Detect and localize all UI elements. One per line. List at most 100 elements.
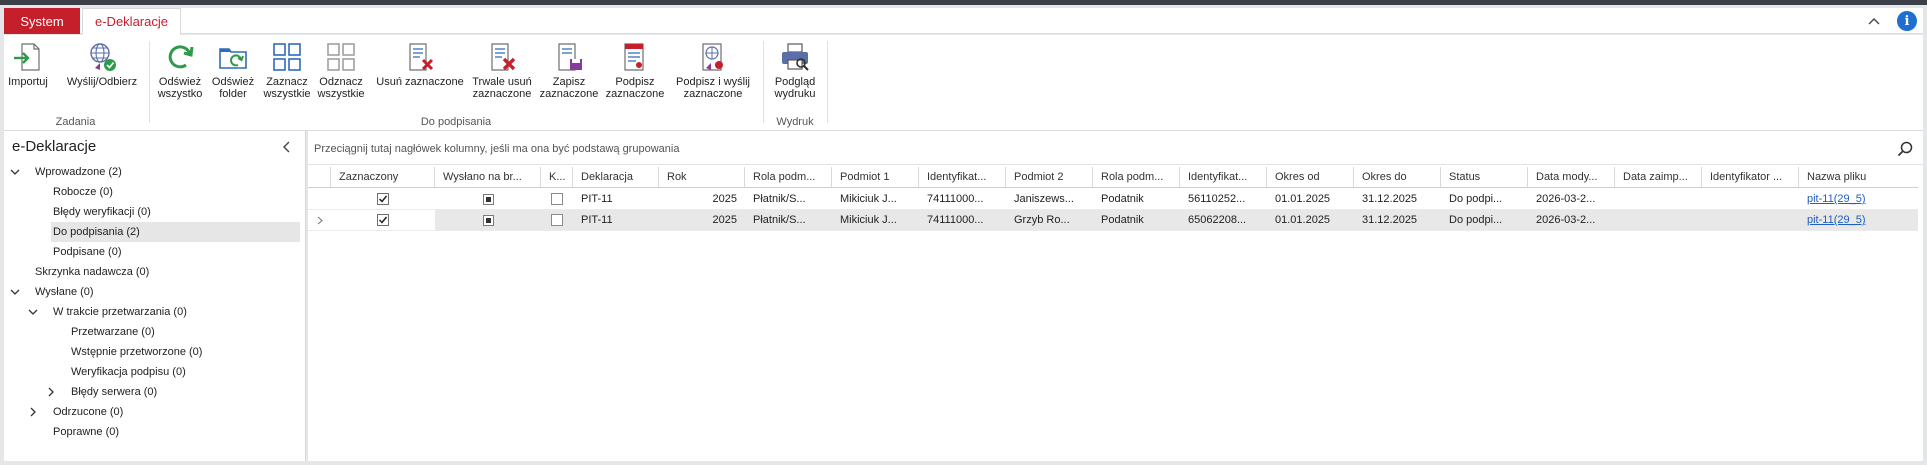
group-by-area[interactable]: Przeciągnij tutaj nagłówek kolumny, jeśl…	[308, 131, 1923, 165]
file-link[interactable]: pit-11(29_5)	[1807, 193, 1866, 205]
sign-selected-label-2: zaznaczone	[605, 88, 665, 100]
tree-item-label: Skrzynka nadawcza (0)	[35, 266, 150, 278]
checkbox-indeterminate[interactable]	[482, 193, 494, 205]
tree-item-przetwarzane[interactable]: Przetwarzane (0)	[4, 322, 300, 342]
cell-deklaracja: PIT-11	[573, 210, 659, 231]
checkbox-checked[interactable]	[377, 193, 389, 205]
column-header[interactable]: Data zaimp...	[1615, 167, 1702, 188]
tab-system[interactable]: System	[4, 8, 80, 34]
tree-item-label: W trakcie przetwarzania (0)	[53, 306, 187, 318]
tree-item-podpisane[interactable]: Podpisane (0)	[4, 242, 300, 262]
table-row[interactable]: PIT-11 2025 Płatnik/S... Mikiciuk J... 7…	[308, 189, 1918, 210]
checkbox-indeterminate[interactable]	[482, 214, 494, 226]
column-header[interactable]: K...	[541, 167, 573, 188]
deselect-all-button[interactable]: Odznacz wszystkie	[315, 40, 367, 100]
ribbon-group-do-podpisania: Odśwież wszystko Odśwież folder Zaznacz …	[151, 38, 761, 130]
column-header[interactable]: Identyfikator ...	[1702, 167, 1799, 188]
search-icon[interactable]	[1897, 141, 1913, 157]
group-separator	[149, 41, 150, 123]
cell-okres-do: 31.12.2025	[1354, 210, 1441, 231]
select-all-icon	[273, 43, 301, 71]
checkbox-checked[interactable]	[377, 214, 389, 226]
column-header[interactable]: Nazwa pliku	[1799, 167, 1918, 188]
send-receive-icon	[90, 43, 116, 71]
column-header[interactable]: Okres do	[1354, 167, 1441, 188]
tree-item-wprowadzone[interactable]: Wprowadzone (2)	[4, 162, 300, 182]
column-header[interactable]: Wysłano na br...	[435, 167, 541, 188]
send-receive-button[interactable]: Wyślij/Odbierz	[62, 40, 142, 88]
selected-checkbox[interactable]	[331, 210, 435, 231]
cell-rok: 2025	[659, 189, 745, 210]
row-indicator	[308, 210, 331, 231]
tab-e-deklaracje[interactable]: e-Deklaracje	[82, 8, 181, 35]
sent-gate-checkbox[interactable]	[435, 189, 541, 210]
chevron-up-icon	[1868, 18, 1880, 25]
column-header[interactable]: Rok	[659, 167, 745, 188]
sent-gate-checkbox[interactable]	[435, 210, 541, 231]
cell-status: Do podpi...	[1441, 210, 1528, 231]
tree-item-label: Do podpisania (2)	[53, 226, 140, 238]
tree-item-do-podpisania[interactable]: Do podpisania (2)	[51, 222, 300, 242]
delete-selected-label: Usuń zaznaczone	[376, 76, 464, 88]
column-header[interactable]: Podmiot 1	[832, 167, 919, 188]
checkbox-empty[interactable]	[551, 214, 563, 226]
select-all-button[interactable]: Zaznacz wszystkie	[261, 40, 313, 100]
tree-item-w-trakcie-przetwarzania[interactable]: W trakcie przetwarzania (0)	[4, 302, 300, 322]
delete-selected-button[interactable]: Usuń zaznaczone	[373, 40, 467, 88]
column-header[interactable]: Rola podm...	[1093, 167, 1180, 188]
tree-item-label: Błędy weryfikacji (0)	[53, 206, 151, 218]
tree-item-wyslane[interactable]: Wysłane (0)	[4, 282, 300, 302]
tree-item-skrzynka-nadawcza[interactable]: Skrzynka nadawcza (0)	[4, 262, 300, 282]
print-preview-label-2: wydruku	[774, 88, 816, 100]
group-label-do-podpisania: Do podpisania	[420, 116, 492, 128]
panel-title: e-Deklaracje	[12, 138, 97, 155]
selected-checkbox[interactable]	[331, 189, 435, 210]
cell-ident1: 74111000...	[919, 189, 1006, 210]
refresh-all-button[interactable]: Odśwież wszystko	[155, 40, 205, 100]
sign-selected-label-1: Podpisz	[615, 76, 655, 88]
select-all-label-2: wszystkie	[263, 88, 311, 100]
column-header[interactable]: Okres od	[1267, 167, 1354, 188]
info-icon[interactable]: i	[1897, 11, 1917, 31]
collapse-panel-button[interactable]	[279, 139, 295, 155]
tree-item-label: Wstępnie przetworzone (0)	[71, 346, 203, 358]
column-header[interactable]: Zaznaczony	[331, 167, 435, 188]
file-link[interactable]: pit-11(29_5)	[1807, 214, 1866, 226]
group-separator	[827, 41, 828, 123]
column-header[interactable]: Rola podm...	[745, 167, 832, 188]
tree-item-label: Poprawne (0)	[53, 426, 120, 438]
permanent-delete-button[interactable]: Trwale usuń zaznaczone	[469, 40, 535, 100]
checkbox-empty[interactable]	[551, 193, 563, 205]
column-header[interactable]: Identyfikat...	[919, 167, 1006, 188]
k-checkbox[interactable]	[541, 210, 573, 231]
table-row[interactable]: PIT-11 2025 Płatnik/S... Mikiciuk J... 7…	[308, 210, 1918, 231]
import-icon	[14, 43, 40, 71]
import-button[interactable]: Importuj	[8, 40, 48, 88]
column-header[interactable]: Podmiot 2	[1006, 167, 1093, 188]
tree-item-odrzucone[interactable]: Odrzucone (0)	[4, 402, 300, 422]
refresh-folder-label-1: Odśwież	[211, 76, 255, 88]
k-checkbox[interactable]	[541, 189, 573, 210]
cell-plik[interactable]: pit-11(29_5)	[1799, 210, 1918, 231]
refresh-folder-button[interactable]: Odśwież folder	[209, 40, 257, 100]
tree-item-weryfikacja-podpisu[interactable]: Weryfikacja podpisu (0)	[4, 362, 300, 382]
tree-item-robocze[interactable]: Robocze (0)	[4, 182, 300, 202]
column-header[interactable]: Data mody...	[1528, 167, 1615, 188]
collapse-ribbon-button[interactable]	[1865, 12, 1883, 30]
save-selected-button[interactable]: Zapisz zaznaczone	[537, 40, 601, 100]
cell-plik[interactable]: pit-11(29_5)	[1799, 189, 1918, 210]
tree-item-bledy-weryfikacji[interactable]: Błędy weryfikacji (0)	[4, 202, 300, 222]
sign-send-button[interactable]: Podpisz i wyślij zaznaczone	[669, 40, 757, 100]
sign-selected-button[interactable]: Podpisz zaznaczone	[603, 40, 667, 100]
group-separator	[763, 41, 764, 123]
tree-item-wstepnie-przetworzone[interactable]: Wstępnie przetworzone (0)	[4, 342, 300, 362]
tree-item-poprawne[interactable]: Poprawne (0)	[4, 422, 300, 442]
print-preview-button[interactable]: Podgląd wydruku	[770, 40, 820, 100]
ribbon: Importuj Wyślij/Odbierz Zadania Odśwież …	[4, 35, 1923, 131]
column-header[interactable]: Identyfikat...	[1180, 167, 1267, 188]
ribbon-group-zadania: Importuj Wyślij/Odbierz Zadania	[4, 38, 147, 130]
column-header[interactable]: Deklaracja	[573, 167, 659, 188]
tree-item-bledy-serwera[interactable]: Błędy serwera (0)	[4, 382, 300, 402]
cell-rola1: Płatnik/S...	[745, 210, 832, 231]
column-header[interactable]: Status	[1441, 167, 1528, 188]
